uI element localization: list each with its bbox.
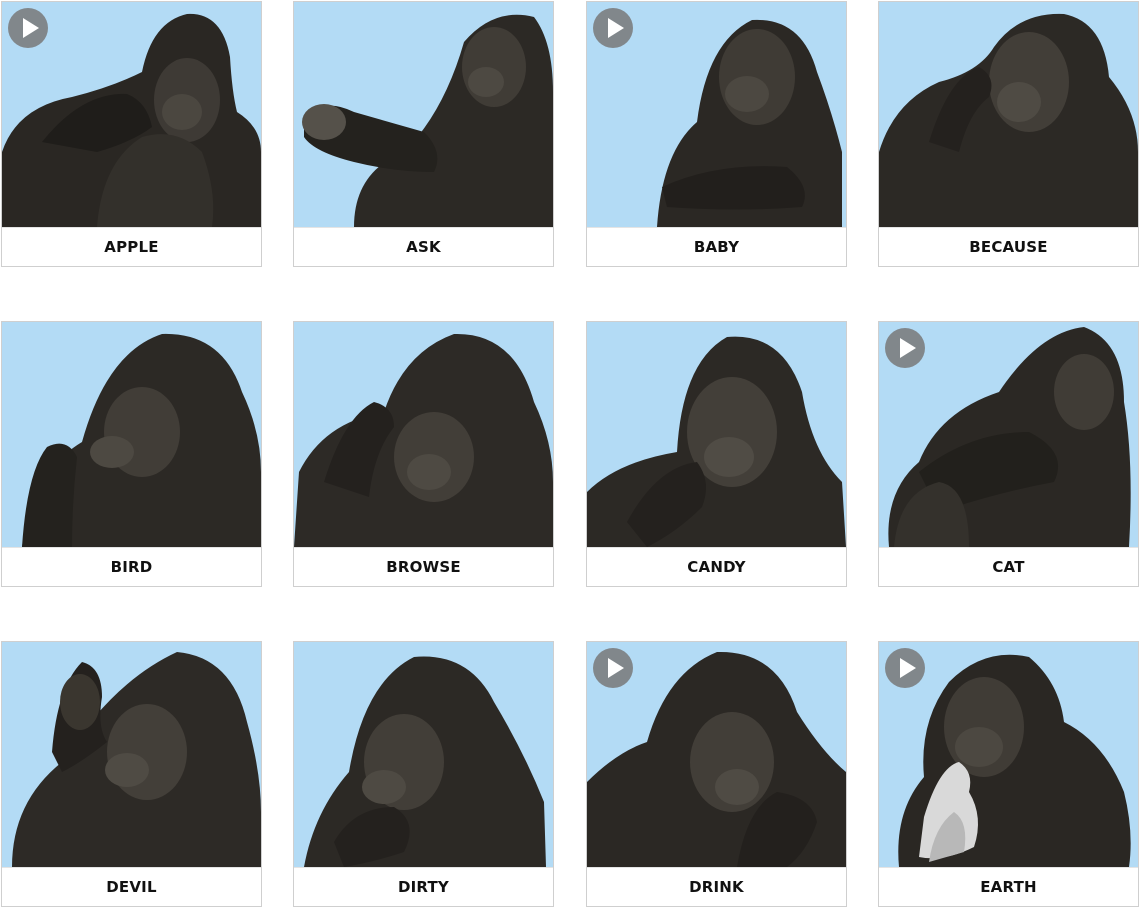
- sign-photo: [879, 2, 1138, 227]
- sign-card-candy[interactable]: CANDY: [586, 321, 847, 587]
- sign-label: ASK: [294, 227, 553, 266]
- sign-card-drink[interactable]: DRINK: [586, 641, 847, 907]
- gorilla-photo-icon: [294, 333, 553, 547]
- play-icon[interactable]: [885, 648, 925, 688]
- gorilla-photo-icon: [587, 336, 846, 547]
- sign-card-baby[interactable]: BABY: [586, 1, 847, 267]
- sign-label: CAT: [879, 547, 1138, 586]
- sign-label: BECAUSE: [879, 227, 1138, 266]
- sign-card-bird[interactable]: BIRD: [1, 321, 262, 587]
- sign-photo: [2, 642, 261, 867]
- sign-label: BROWSE: [294, 547, 553, 586]
- sign-photo: [294, 642, 553, 867]
- sign-label: DEVIL: [2, 867, 261, 906]
- sign-card-cat[interactable]: CAT: [878, 321, 1139, 587]
- sign-card-because[interactable]: BECAUSE: [878, 1, 1139, 267]
- sign-grid: APPLE ASK BABY BECAUSE BIRD BROWSE CANDY…: [1, 1, 1141, 909]
- sign-card-browse[interactable]: BROWSE: [293, 321, 554, 587]
- sign-photo: [2, 322, 261, 547]
- sign-photo: [587, 322, 846, 547]
- sign-card-devil[interactable]: DEVIL: [1, 641, 262, 907]
- sign-label: BIRD: [2, 547, 261, 586]
- sign-label: DIRTY: [294, 867, 553, 906]
- sign-card-apple[interactable]: APPLE: [1, 1, 262, 267]
- play-icon[interactable]: [885, 328, 925, 368]
- sign-label: BABY: [587, 227, 846, 266]
- gorilla-photo-icon: [879, 13, 1138, 227]
- sign-photo: [294, 322, 553, 547]
- gorilla-photo-icon: [12, 652, 261, 867]
- sign-label: APPLE: [2, 227, 261, 266]
- gorilla-photo-icon: [22, 333, 261, 547]
- gorilla-photo-icon: [302, 14, 553, 227]
- sign-card-dirty[interactable]: DIRTY: [293, 641, 554, 907]
- play-icon[interactable]: [593, 648, 633, 688]
- sign-card-earth[interactable]: EARTH: [878, 641, 1139, 907]
- sign-label: DRINK: [587, 867, 846, 906]
- sign-photo: [294, 2, 553, 227]
- sign-label: CANDY: [587, 547, 846, 586]
- play-icon[interactable]: [593, 8, 633, 48]
- play-icon[interactable]: [8, 8, 48, 48]
- sign-card-ask[interactable]: ASK: [293, 1, 554, 267]
- sign-label: EARTH: [879, 867, 1138, 906]
- gorilla-photo-icon: [304, 656, 546, 867]
